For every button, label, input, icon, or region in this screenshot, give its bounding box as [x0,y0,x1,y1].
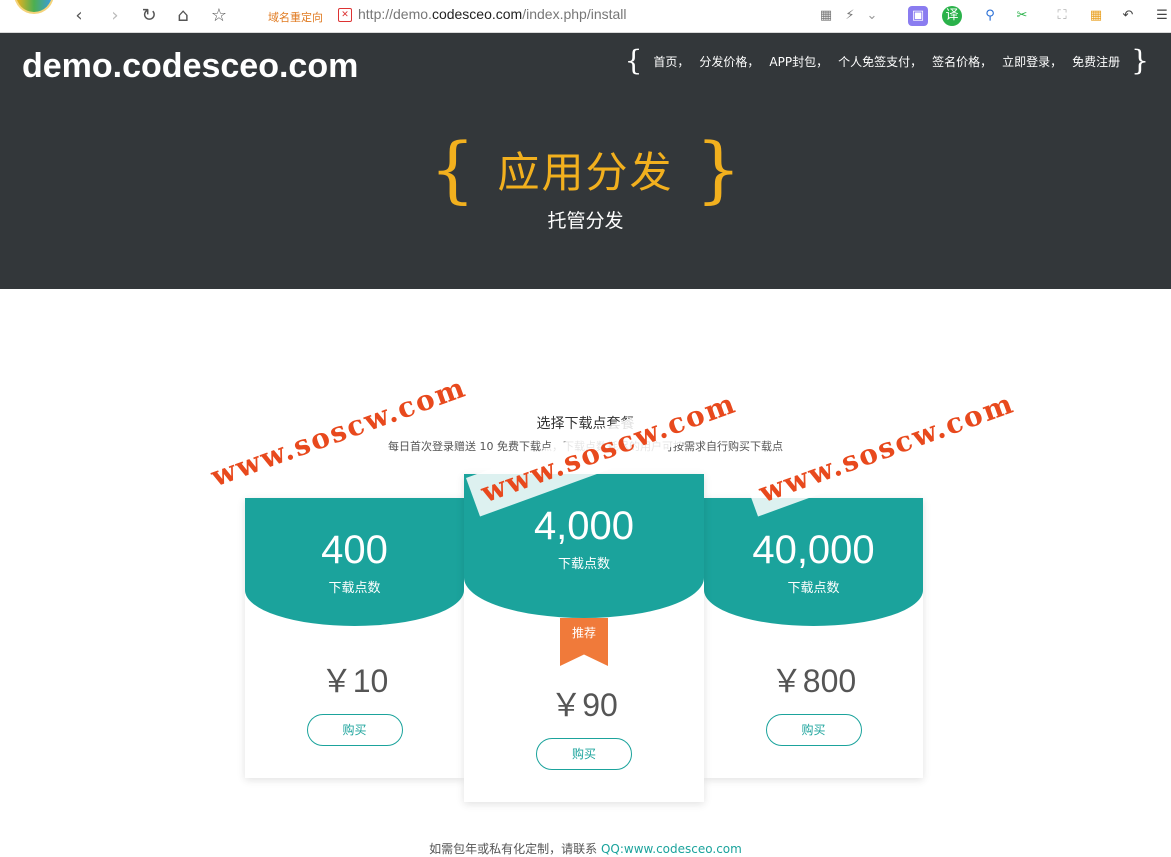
qr-code-icon[interactable]: ▦ [816,6,836,26]
apps-icon[interactable]: ▦ [1086,6,1106,26]
nav-open-brace: { [624,44,643,77]
card-price: ￥90 [550,687,618,723]
pricing-card-premium: 40,000 下载点数 ￥800 购买 [704,498,923,778]
forward-icon[interactable]: › [104,5,126,27]
url-prefix: http://demo. [358,6,432,22]
site-header: demo.codesceo.com { 首页， 分发价格， APP封包， 个人免… [0,33,1171,289]
footer-contact-link[interactable]: QQ:www.codesceo.com [601,842,742,856]
pricing-card-basic: 400 下载点数 ￥10 购买 [245,498,464,778]
card-points-label: 下载点数 [557,557,610,572]
reload-icon[interactable]: ↻ [138,5,160,27]
search-icon[interactable]: ⚲ [980,6,1000,26]
main-nav: { 首页， 分发价格， APP封包， 个人免签支付， 签名价格， 立即登录， 免… [625,47,1149,75]
card-price: ￥10 [320,663,389,699]
nav-item-register[interactable]: 免费注册 [1072,53,1120,70]
hero-title: 应用分发 [497,147,674,197]
hero-subtitle: 托管分发 [547,210,624,232]
undo-icon[interactable]: ↶ [1118,6,1138,26]
buy-button[interactable]: 购买 [536,738,632,770]
redirect-label: 域名重定向 [268,11,323,24]
hero-right-brace: } [695,127,742,211]
card-points-label: 下载点数 [328,581,381,596]
footer-text: 如需包年或私有化定制，请联系 [429,842,601,856]
card-header: 400 下载点数 [245,498,464,626]
card-points: 40,000 [752,528,875,572]
screenshot-icon[interactable]: ⛶ [1052,6,1072,26]
extension-icon[interactable]: ▣ [908,6,928,26]
buy-button[interactable]: 购买 [306,714,403,746]
card-price: ￥800 [770,663,857,699]
hero: { 应用分发 } 托管分发 [0,127,1171,232]
insecure-icon[interactable]: ✕ [338,8,352,22]
nav-item-personal-payment[interactable]: 个人免签支付， [838,53,922,70]
nav-item-signing-price[interactable]: 签名价格， [932,53,992,70]
nav-item-app-package[interactable]: APP封包， [769,53,828,70]
url-path: /index.php/install [522,6,627,22]
site-title[interactable]: demo.codesceo.com [22,47,358,86]
card-points: 400 [321,528,388,572]
pricing-card-recommended: 4,000 下载点数 推荐 ￥90 购买 [464,474,704,802]
nav-item-login[interactable]: 立即登录， [1002,53,1062,70]
nav-item-distribution-price[interactable]: 分发价格， [699,53,759,70]
back-icon[interactable]: ‹ [68,5,90,27]
card-header: 40,000 下载点数 [704,498,923,626]
nav-item-home[interactable]: 首页， [653,53,689,70]
home-icon[interactable]: ⌂ [172,5,194,27]
translate-icon[interactable]: 译 [942,6,962,26]
footer-contact: 如需包年或私有化定制，请联系 QQ:www.codesceo.com [0,840,1171,857]
menu-icon[interactable]: ☰ [1152,6,1171,26]
url-domain: codesceo.com [431,6,523,22]
hero-left-brace: { [429,127,476,211]
browser-toolbar: ‹ › ↻ ⌂ ☆ 域名重定向 ✕ http://demo.codesceo.c… [0,0,1171,33]
address-bar[interactable]: http://demo.codesceo.com/index.php/insta… [358,6,627,22]
recommended-badge: 推荐 [560,618,608,666]
scissors-icon[interactable]: ✂ [1012,6,1032,26]
chevron-down-icon[interactable]: ⌄ [862,6,882,26]
buy-button[interactable]: 购买 [765,714,862,746]
bookmark-star-icon[interactable]: ☆ [208,5,230,27]
browser-logo-icon [14,0,54,14]
lightning-icon[interactable]: ⚡ [840,6,860,26]
card-points-label: 下载点数 [787,581,840,596]
nav-close-brace: } [1131,44,1149,77]
